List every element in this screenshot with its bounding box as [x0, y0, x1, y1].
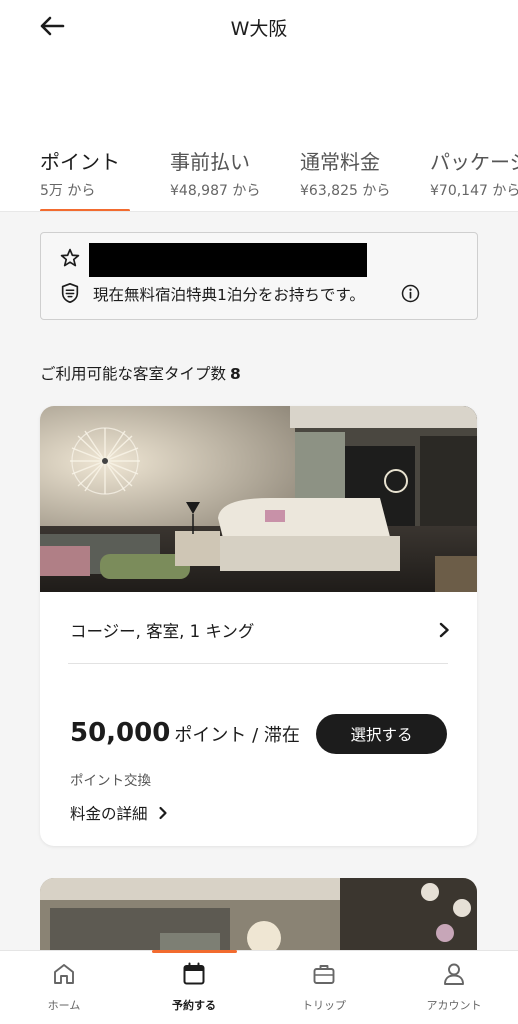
tab-label: ポイント	[40, 150, 120, 174]
rate-details-link[interactable]: 料金の詳細	[70, 802, 168, 824]
nav-home[interactable]: ホーム	[14, 961, 114, 1013]
star-icon	[60, 248, 80, 267]
suitcase-icon	[313, 965, 335, 984]
nav-trips[interactable]: トリップ	[274, 961, 374, 1013]
info-icon[interactable]	[401, 284, 420, 303]
room-card: コージー, 客室, 1 キング 50,000 ポイント / 滞在 選択する ポイン…	[40, 406, 477, 846]
member-info-box: 現在無料宿泊特典1泊分をお持ちです。	[40, 232, 478, 320]
card-divider	[68, 663, 448, 664]
rate-details-label: 料金の詳細	[70, 805, 148, 823]
home-icon	[54, 964, 74, 984]
nav-label: ホーム	[47, 999, 81, 1012]
page-title: W大阪	[230, 18, 288, 40]
room-name: コージー, 客室, 1 キング	[70, 622, 255, 641]
tab-label: 通常料金	[300, 150, 380, 174]
active-nav-indicator	[152, 950, 237, 953]
tab-prepaid[interactable]: 事前払い ¥48,987 から	[170, 146, 260, 200]
calendar-icon	[183, 962, 205, 985]
tab-price: ¥63,825 から	[300, 183, 391, 199]
free-night-text: 現在無料宿泊特典1泊分をお持ちです。	[93, 286, 365, 304]
bottom-navigation: ホーム 予約する トリップ アカウント	[0, 950, 518, 1024]
price-value: 50,000	[70, 718, 171, 748]
tab-label: パッケージ	[430, 150, 518, 174]
room-count-label: ご利用可能な客室タイプ数	[40, 365, 227, 383]
room-price: 50,000 ポイント / 滞在	[70, 718, 300, 748]
chevron-right-icon	[158, 806, 167, 820]
rate-type-label: ポイント交換	[70, 773, 151, 789]
room-photo[interactable]	[40, 406, 477, 592]
tab-price: ¥48,987 から	[170, 183, 261, 199]
nav-account[interactable]: アカウント	[404, 961, 504, 1013]
select-room-button[interactable]: 選択する	[316, 714, 447, 754]
tab-points[interactable]: ポイント 5万 から	[40, 146, 120, 200]
tab-label: 事前払い	[170, 150, 250, 174]
header: W大阪 ポイント 5万 から 事前払い ¥48,987 から 通常料金 ¥63,…	[0, 0, 518, 212]
tab-price: 5万 から	[40, 183, 96, 199]
redacted-member-name	[89, 243, 367, 277]
user-icon	[444, 963, 464, 985]
tab-price: ¥70,147 から	[430, 183, 518, 199]
chevron-right-icon	[439, 622, 449, 638]
rate-tabs: ポイント 5万 から 事前払い ¥48,987 から 通常料金 ¥63,825 …	[0, 146, 518, 212]
nav-book[interactable]: 予約する	[144, 961, 244, 1013]
nav-label: 予約する	[172, 999, 216, 1012]
nav-label: トリップ	[302, 999, 346, 1012]
price-unit: ポイント / 滞在	[174, 725, 300, 746]
tab-package[interactable]: パッケージ ¥70,147 から	[430, 146, 518, 200]
nav-label: アカウント	[426, 999, 482, 1012]
free-night-badge-icon	[61, 283, 79, 303]
tab-standard[interactable]: 通常料金 ¥63,825 から	[300, 146, 390, 200]
room-details-link[interactable]: コージー, 客室, 1 キング	[40, 592, 477, 670]
room-count-value: 8	[230, 365, 241, 383]
divider	[0, 211, 518, 212]
room-type-count: ご利用可能な客室タイプ数 8	[40, 362, 241, 384]
